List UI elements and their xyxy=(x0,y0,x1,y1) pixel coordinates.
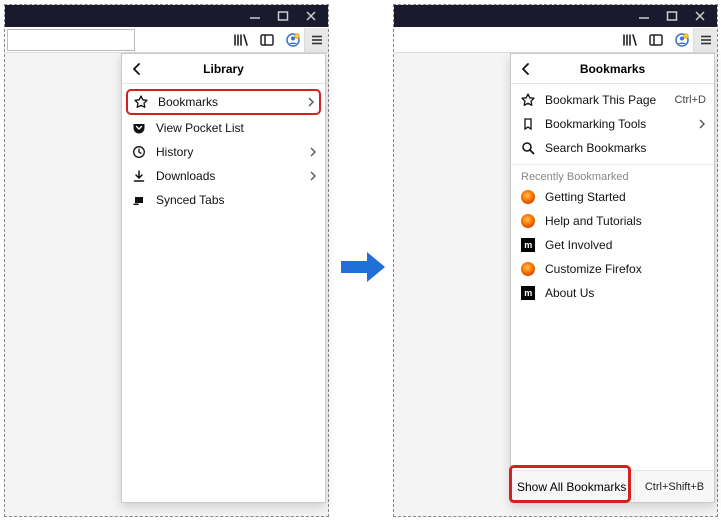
bookmark-tools-icon xyxy=(519,115,537,133)
bookmark-label: About Us xyxy=(545,286,706,300)
mozilla-favicon-icon: m xyxy=(519,284,537,302)
bookmark-item[interactable]: m Get Involved xyxy=(511,233,714,257)
chevron-right-icon xyxy=(309,147,317,157)
footer-label: Show All Bookmarks xyxy=(517,480,626,494)
menu-item-history[interactable]: History xyxy=(122,140,325,164)
maximize-icon[interactable] xyxy=(276,9,290,23)
url-input[interactable] xyxy=(7,29,135,51)
menu-item-label: View Pocket List xyxy=(156,121,317,135)
account-icon[interactable] xyxy=(284,31,302,49)
library-menu-list: Bookmarks View Pocket List History Downl… xyxy=(122,84,325,216)
panel-header: Bookmarks xyxy=(511,54,714,84)
download-icon xyxy=(130,167,148,185)
sidebar-icon[interactable] xyxy=(258,31,276,49)
back-button[interactable] xyxy=(517,60,535,78)
menu-item-synced-tabs[interactable]: Synced Tabs xyxy=(122,188,325,212)
synced-tabs-icon xyxy=(130,191,148,209)
bookmark-item[interactable]: Help and Tutorials xyxy=(511,209,714,233)
recently-bookmarked-header: Recently Bookmarked xyxy=(511,165,714,185)
star-icon xyxy=(519,91,537,109)
back-button[interactable] xyxy=(128,60,146,78)
mozilla-favicon-icon: m xyxy=(519,236,537,254)
menu-item-shortcut: Ctrl+D xyxy=(675,94,706,106)
chevron-right-icon xyxy=(698,119,706,129)
browser-toolbar xyxy=(5,27,328,53)
menu-item-downloads[interactable]: Downloads xyxy=(122,164,325,188)
menu-item-label: Bookmark This Page xyxy=(545,93,675,107)
browser-window-step1: Library Bookmarks View Pocket List Histo… xyxy=(4,4,329,517)
show-all-bookmarks-button[interactable]: Show All Bookmarks xyxy=(511,471,634,502)
sidebar-icon[interactable] xyxy=(647,31,665,49)
bookmark-label: Help and Tutorials xyxy=(545,214,706,228)
firefox-favicon-icon xyxy=(519,260,537,278)
menu-item-label: Bookmarks xyxy=(158,95,307,109)
pocket-icon xyxy=(130,119,148,137)
browser-window-step2: Bookmarks Bookmark This Page Ctrl+D Book… xyxy=(393,4,718,517)
bookmarks-actions: Bookmark This Page Ctrl+D Bookmarking To… xyxy=(511,84,714,165)
bookmarks-panel: Bookmarks Bookmark This Page Ctrl+D Book… xyxy=(510,53,715,503)
panel-header: Library xyxy=(122,54,325,84)
bookmark-item[interactable]: m About Us xyxy=(511,281,714,305)
chevron-right-icon xyxy=(307,97,315,107)
window-titlebar xyxy=(394,5,717,27)
menu-item-bookmark-page[interactable]: Bookmark This Page Ctrl+D xyxy=(511,88,714,112)
bookmark-label: Getting Started xyxy=(545,190,706,204)
close-icon[interactable] xyxy=(693,9,707,23)
menu-item-label: Downloads xyxy=(156,169,309,183)
firefox-favicon-icon xyxy=(519,188,537,206)
bookmark-label: Customize Firefox xyxy=(545,262,706,276)
recently-bookmarked-list: Getting Started Help and Tutorials m Get… xyxy=(511,185,714,309)
menu-item-label: Synced Tabs xyxy=(156,193,317,207)
panel-title: Bookmarks xyxy=(511,62,714,76)
bookmark-item[interactable]: Getting Started xyxy=(511,185,714,209)
minimize-icon[interactable] xyxy=(637,9,651,23)
account-icon[interactable] xyxy=(673,31,691,49)
library-icon[interactable] xyxy=(232,31,250,49)
app-menu-button[interactable] xyxy=(304,28,328,52)
menu-item-label: History xyxy=(156,145,309,159)
window-titlebar xyxy=(5,5,328,27)
bookmark-label: Get Involved xyxy=(545,238,706,252)
menu-item-label: Bookmarking Tools xyxy=(545,117,698,131)
menu-item-label: Search Bookmarks xyxy=(545,141,706,155)
search-icon xyxy=(519,139,537,157)
bookmark-item[interactable]: Customize Firefox xyxy=(511,257,714,281)
menu-item-bookmarks[interactable]: Bookmarks xyxy=(126,89,321,115)
app-menu-button[interactable] xyxy=(693,28,717,52)
maximize-icon[interactable] xyxy=(665,9,679,23)
minimize-icon[interactable] xyxy=(248,9,262,23)
browser-toolbar xyxy=(394,27,717,53)
tutorial-arrow-icon xyxy=(341,252,385,282)
footer-shortcut: Ctrl+Shift+B xyxy=(634,471,714,502)
menu-item-pocket[interactable]: View Pocket List xyxy=(122,116,325,140)
menu-item-bookmarking-tools[interactable]: Bookmarking Tools xyxy=(511,112,714,136)
panel-footer: Show All Bookmarks Ctrl+Shift+B xyxy=(511,470,714,502)
star-icon xyxy=(132,93,150,111)
chevron-right-icon xyxy=(309,171,317,181)
close-icon[interactable] xyxy=(304,9,318,23)
library-panel: Library Bookmarks View Pocket List Histo… xyxy=(121,53,326,503)
panel-title: Library xyxy=(122,62,325,76)
library-icon[interactable] xyxy=(621,31,639,49)
history-icon xyxy=(130,143,148,161)
firefox-favicon-icon xyxy=(519,212,537,230)
menu-item-search-bookmarks[interactable]: Search Bookmarks xyxy=(511,136,714,160)
